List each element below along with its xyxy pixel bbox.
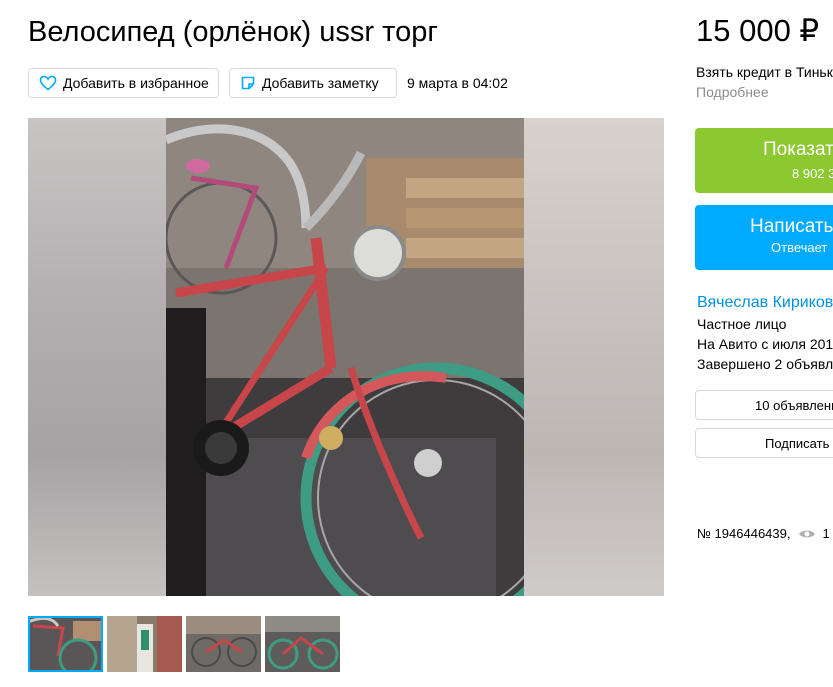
credit-more-link[interactable]: Подробнее [696,84,769,100]
note-label: Добавить заметку [262,75,379,91]
seller-since: На Авито с июля 2013 [697,336,833,352]
posted-date: 9 марта в 04:02 [407,75,508,91]
note-icon [241,76,255,90]
phone-preview: 8 902 3 [792,166,833,181]
show-phone-button[interactable]: Показать 8 902 3 [695,128,833,193]
write-label: Написать [750,216,833,237]
main-photo[interactable] [166,118,524,596]
add-note-button[interactable]: Добавить заметку [229,68,397,98]
heart-icon [39,75,57,91]
thumbnail-1[interactable] [28,616,103,672]
favorites-label: Добавить в избранное [63,75,209,91]
thumbnail-2[interactable] [107,616,182,672]
credit-offer: Взять кредит в Тинько [696,64,833,80]
show-phone-label: Показать [763,139,833,160]
seller-name-link[interactable]: Вячеслав Кириков [697,294,833,312]
main-photo-gallery[interactable] [28,118,664,596]
gallery-blur-right [524,118,664,596]
seller-ads-button[interactable]: 10 объявлени [695,390,833,420]
thumbnail-3[interactable] [186,616,261,672]
subscribe-label: Подписать [765,436,830,451]
seller-completed: Завершено 2 объявл [697,356,833,372]
item-meta: № 1946446439, 1 [697,526,830,541]
add-to-favorites-button[interactable]: Добавить в избранное [28,68,219,98]
write-message-button[interactable]: Написать Отвечает [695,205,833,270]
page-title: Велосипед (орлёнок) ussr торг [28,16,438,48]
subscribe-button[interactable]: Подписать [695,428,833,458]
seller-ads-label: 10 объявлени [755,398,833,413]
gallery-blur-left [28,118,166,596]
response-time: Отвечает [771,240,828,255]
price: 15 000 ₽ [696,13,820,48]
eye-icon [799,530,816,537]
thumbnail-strip [28,616,340,672]
thumbnail-4[interactable] [265,616,340,672]
item-number: № 1946446439, [697,526,791,541]
view-count: 1 [822,526,830,541]
seller-type: Частное лицо [697,316,787,332]
